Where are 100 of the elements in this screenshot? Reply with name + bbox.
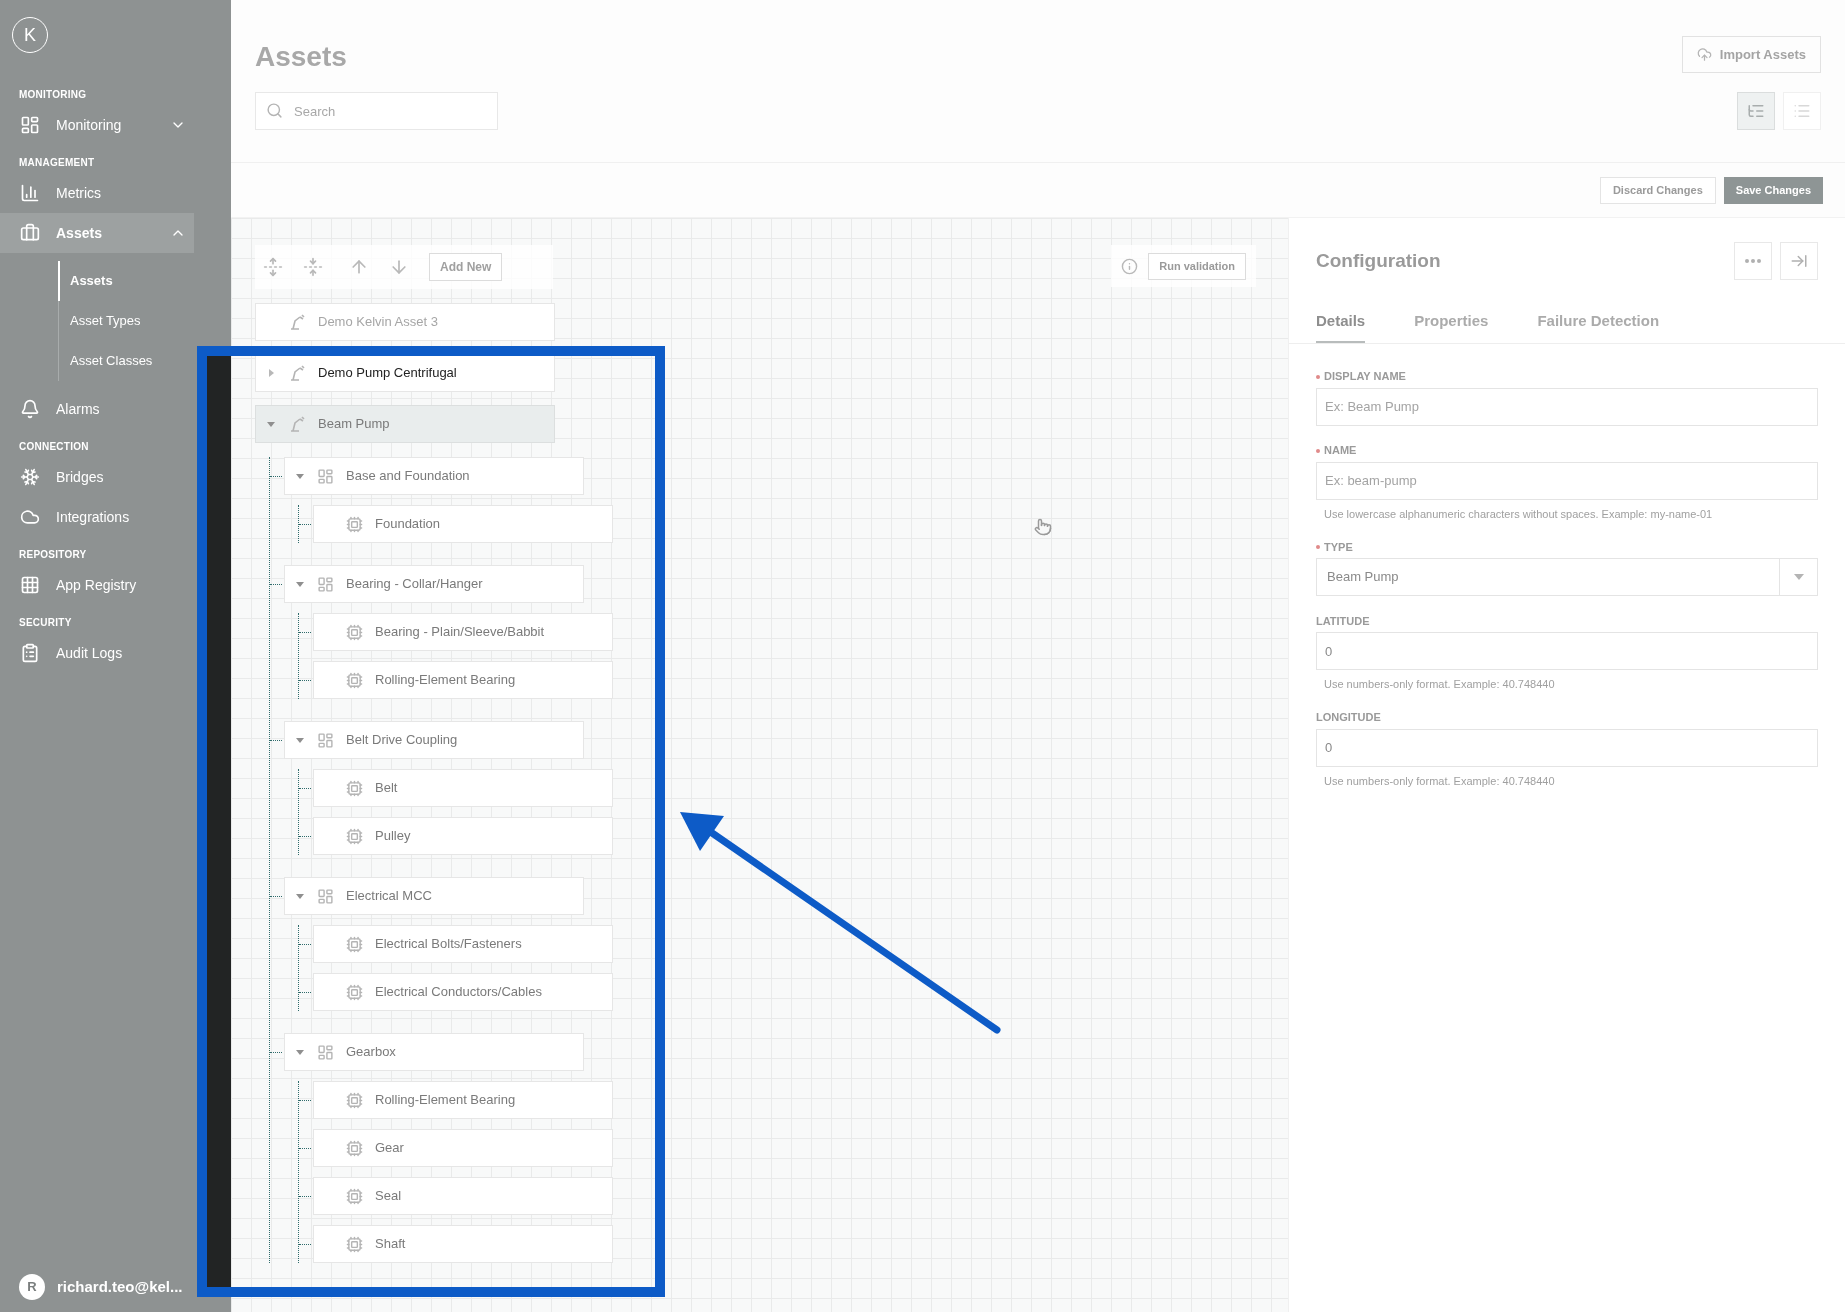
tab[interactable]: Properties xyxy=(1414,310,1489,343)
node-label: Bearing - Collar/Hanger xyxy=(346,575,483,594)
tree-node[interactable]: Electrical Bolts/Fasteners xyxy=(313,925,613,963)
tree-node[interactable]: Pulley xyxy=(313,817,613,855)
nav-item[interactable]: Monitoring xyxy=(0,105,194,145)
nav-item[interactable]: Alarms xyxy=(0,389,194,429)
list-view-toggle[interactable] xyxy=(1783,92,1821,130)
user-name[interactable]: richard.teo@kel... xyxy=(57,1275,183,1299)
chip-icon xyxy=(346,1235,363,1253)
tree-node[interactable]: Rolling-Element Bearing xyxy=(313,661,613,699)
required-mark-icon xyxy=(1316,374,1320,379)
nav-item[interactable]: Bridges xyxy=(0,457,194,497)
caret-icon[interactable] xyxy=(266,368,276,378)
caret-icon[interactable] xyxy=(295,891,305,901)
node-label: Rolling-Element Bearing xyxy=(375,671,516,690)
text-field[interactable]: 0 xyxy=(1316,728,1818,767)
caret-icon[interactable] xyxy=(295,1047,305,1057)
text-field[interactable]: Ex: Beam Pump xyxy=(1316,387,1818,426)
type-select[interactable]: Beam Pump xyxy=(1316,558,1818,596)
node-label: Demo Pump Centrifugal xyxy=(318,364,457,383)
node-label: Gearbox xyxy=(346,1043,396,1062)
tree-node[interactable]: Gear xyxy=(313,1129,613,1167)
caret-icon[interactable] xyxy=(295,471,305,481)
node-label: Belt xyxy=(375,779,398,798)
tree-node[interactable]: Belt xyxy=(313,769,613,807)
section-title: SECURITY xyxy=(18,615,73,630)
run-validation-button[interactable]: Run validation xyxy=(1148,252,1246,280)
tree-node[interactable]: Bearing - Plain/Sleeve/Babbit xyxy=(313,613,613,651)
robot-arm-icon xyxy=(288,364,306,382)
toolbox-icon xyxy=(20,223,40,243)
nav-subitem[interactable]: Asset Classes xyxy=(58,341,194,381)
field-label: LONGITUDE xyxy=(1316,710,1381,726)
node-label: Foundation xyxy=(375,515,441,534)
hub-icon xyxy=(20,467,40,487)
chip-icon xyxy=(346,1091,363,1109)
text-field[interactable]: Ex: beam-pump xyxy=(1316,461,1818,500)
node-label: Seal xyxy=(375,1187,402,1206)
tree-node[interactable]: Base and Foundation xyxy=(284,457,584,495)
caret-icon[interactable] xyxy=(295,735,305,745)
more-button[interactable] xyxy=(1734,242,1772,280)
panel-title: Configuration xyxy=(1316,248,1441,273)
import-assets-button[interactable]: Import Assets xyxy=(1681,36,1821,73)
expand-all-icon[interactable] xyxy=(263,257,283,277)
tree-node[interactable]: Demo Kelvin Asset 3 xyxy=(255,303,555,341)
tree-node[interactable]: Seal xyxy=(313,1177,613,1215)
field-hint: Use numbers-only format. Example: 40.748440 xyxy=(1323,773,1556,789)
node-label: Demo Kelvin Asset 3 xyxy=(318,313,438,332)
chip-icon xyxy=(346,515,363,533)
tree-node[interactable]: Rolling-Element Bearing xyxy=(313,1081,613,1119)
cloud-icon xyxy=(20,507,40,527)
nav-item[interactable]: App Registry xyxy=(0,565,194,605)
nav-subitem[interactable]: Asset Types xyxy=(58,301,194,341)
tree-node[interactable]: Gearbox xyxy=(284,1033,584,1071)
tree-node[interactable]: Beam Pump xyxy=(255,405,555,443)
tree-node[interactable]: Bearing - Collar/Hanger xyxy=(284,565,584,603)
node-label: Bearing - Plain/Sleeve/Babbit xyxy=(375,623,545,642)
chip-icon xyxy=(346,1139,363,1157)
node-label: Gear xyxy=(375,1139,404,1158)
clipboard-icon xyxy=(20,643,40,663)
node-label: Pulley xyxy=(375,827,411,846)
nav-item[interactable]: Metrics xyxy=(0,173,194,213)
robot-arm-icon xyxy=(288,313,306,331)
user-avatar[interactable]: R xyxy=(19,1274,45,1300)
caret-icon[interactable] xyxy=(295,579,305,589)
chip-icon xyxy=(346,779,363,797)
section-title: REPOSITORY xyxy=(18,547,88,562)
search-field[interactable]: Search xyxy=(255,92,498,130)
tree-node[interactable]: Shaft xyxy=(313,1225,613,1263)
tree-view-toggle[interactable] xyxy=(1737,92,1775,130)
info-icon[interactable] xyxy=(1121,257,1139,275)
panel-icon xyxy=(317,575,334,593)
field-label: NAME xyxy=(1324,443,1357,459)
required-mark-icon xyxy=(1316,545,1320,549)
hand-cursor-icon xyxy=(1034,518,1052,536)
caret-icon[interactable] xyxy=(266,419,276,429)
collapse-panel-button[interactable] xyxy=(1780,242,1818,280)
chip-icon xyxy=(346,935,363,953)
node-label: Base and Foundation xyxy=(346,467,470,486)
tab[interactable]: Details xyxy=(1316,310,1366,343)
add-new-button[interactable]: Add New xyxy=(429,253,503,281)
nav-item[interactable]: Integrations xyxy=(0,497,194,537)
field-label: TYPE xyxy=(1324,539,1353,555)
save-button[interactable]: Save Changes xyxy=(1723,176,1823,204)
nav-item[interactable]: Assets xyxy=(0,213,194,253)
tab[interactable]: Failure Detection xyxy=(1537,310,1660,343)
nav-item[interactable]: Audit Logs xyxy=(0,633,194,673)
field-label: LATITUDE xyxy=(1316,613,1370,629)
tree-node[interactable]: Electrical MCC xyxy=(284,877,584,915)
discard-button[interactable]: Discard Changes xyxy=(1599,176,1716,204)
text-field[interactable]: 0 xyxy=(1316,632,1818,670)
chip-icon xyxy=(346,983,363,1001)
nav-subitem[interactable]: Assets xyxy=(58,261,194,301)
tree-node[interactable]: Electrical Conductors/Cables xyxy=(313,973,613,1011)
tree-node[interactable]: Foundation xyxy=(313,505,613,543)
tree-node[interactable]: Belt Drive Coupling xyxy=(284,721,584,759)
page-title: Assets xyxy=(255,40,347,74)
chip-icon xyxy=(346,671,363,689)
collapse-all-icon[interactable] xyxy=(303,257,323,277)
field-label: DISPLAY NAME xyxy=(1324,369,1406,385)
tree-node[interactable]: Demo Pump Centrifugal xyxy=(255,354,555,392)
